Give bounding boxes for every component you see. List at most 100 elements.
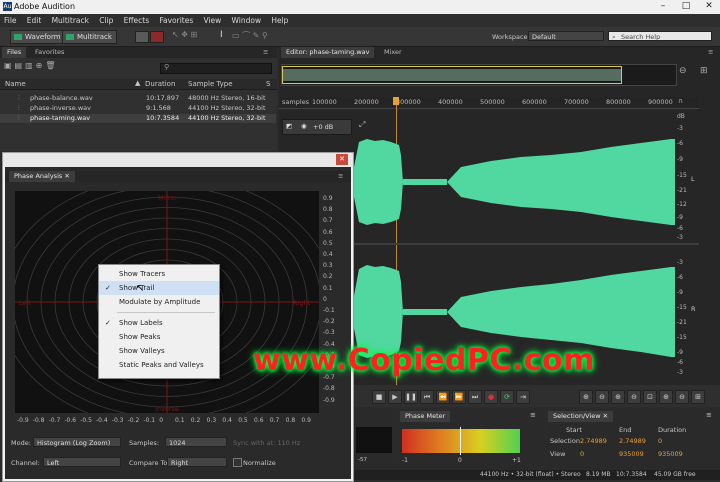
selection-tools-icon[interactable]: ▭ ⌒ ✎ ⚲ xyxy=(232,30,292,42)
col-name[interactable]: Name xyxy=(5,80,26,88)
samples-select[interactable]: 1024 xyxy=(165,437,227,447)
panel-menu-icon[interactable]: ≡ xyxy=(333,171,348,182)
selection-end[interactable]: 2.74989 xyxy=(619,437,646,445)
menu-item-modulate-amplitude[interactable]: Modulate by Amplitude xyxy=(99,295,219,309)
menu-item-show-valleys[interactable]: Show Valleys xyxy=(99,344,219,358)
selection-duration[interactable]: 0 xyxy=(658,437,662,445)
play-icon[interactable]: ▶ xyxy=(388,390,402,404)
search-help-input[interactable]: ⌕ Search Help xyxy=(608,31,712,41)
close-tab-icon[interactable]: ✕ xyxy=(603,412,608,420)
audio-file-icon: ⫶ xyxy=(18,114,20,122)
panel-menu-icon[interactable]: ≡ xyxy=(706,411,712,419)
compare-select[interactable]: Right xyxy=(167,457,227,467)
phase-meter-bar xyxy=(402,429,520,453)
stop-icon[interactable]: ■ xyxy=(372,390,386,404)
fast-forward-icon[interactable]: ⏩ xyxy=(452,390,466,404)
view-duration[interactable]: 935009 xyxy=(658,450,683,458)
tab-phase-analysis[interactable]: Phase Analysis ✕ xyxy=(9,171,75,182)
menu-effects[interactable]: Effects xyxy=(124,16,150,25)
menu-favorites[interactable]: Favorites xyxy=(159,16,193,25)
menu-clip[interactable]: Clip xyxy=(99,16,113,25)
zoom-out-time-icon[interactable]: ⊖ xyxy=(627,390,641,404)
close-tab-icon[interactable]: ✕ xyxy=(64,172,69,180)
phase-x-tick: -0.5 xyxy=(80,417,92,424)
rewind-start-icon[interactable]: ⏮ xyxy=(420,390,434,404)
zoom-out-amplitude-icon[interactable]: ⊖ xyxy=(595,390,609,404)
playhead-handle[interactable] xyxy=(393,97,399,105)
tab-mixer[interactable]: Mixer xyxy=(379,47,407,58)
tab-phase-meter[interactable]: Phase Meter xyxy=(400,411,451,422)
multitrack-button[interactable]: Multitrack xyxy=(62,30,117,44)
menu-window[interactable]: Window xyxy=(232,16,262,25)
channel-select[interactable]: Left xyxy=(43,457,121,467)
hud-gain[interactable]: ◩ ◉ +0 dB xyxy=(282,119,352,135)
panel-menu-icon[interactable]: ≡ xyxy=(258,47,273,58)
loop-icon[interactable]: ⟳ xyxy=(500,390,514,404)
spectral-pitch-icon[interactable] xyxy=(150,31,164,43)
rewind-icon[interactable]: ⏪ xyxy=(436,390,450,404)
close-icon[interactable]: ✕ xyxy=(698,0,720,12)
zoom-in-amplitude-icon[interactable]: ⊕ xyxy=(579,390,593,404)
files-search-input[interactable]: ⚲ xyxy=(160,63,272,74)
tab-favorites[interactable]: Favorites xyxy=(30,47,69,58)
phase-window-titlebar[interactable]: ✕ xyxy=(3,153,353,167)
record-icon[interactable]: ● xyxy=(484,390,498,404)
pause-icon[interactable]: ❚❚ xyxy=(404,390,418,404)
view-row-label: View xyxy=(550,450,566,458)
waveform-overview[interactable] xyxy=(281,64,677,86)
col-sample-type[interactable]: Sample Type xyxy=(188,80,233,88)
skip-selection-icon[interactable]: ⇥ xyxy=(516,390,530,404)
menu-file[interactable]: File xyxy=(4,16,17,25)
zoom-selection-icon[interactable]: ⊞ xyxy=(691,390,705,404)
zoom-in-time-icon[interactable]: ⊕ xyxy=(611,390,625,404)
zoom-full-icon[interactable]: ⊡ xyxy=(643,390,657,404)
tab-files[interactable]: Files xyxy=(2,47,27,58)
panel-menu-icon[interactable]: ≡ xyxy=(530,411,536,419)
time-selection-tool-icon[interactable]: I xyxy=(220,30,226,42)
gain-knob-icon[interactable]: ◉ xyxy=(301,122,307,130)
view-end[interactable]: 935009 xyxy=(619,450,644,458)
overview-view-range[interactable] xyxy=(282,66,622,84)
minimize-icon[interactable]: – xyxy=(652,0,674,12)
maximize-icon[interactable]: □ xyxy=(675,0,697,12)
mode-select[interactable]: Histogram (Log Zoom) xyxy=(33,437,121,447)
panel-menu-icon[interactable]: ≡ xyxy=(703,47,718,58)
skip-end-icon[interactable]: ⏭ xyxy=(468,390,482,404)
phase-label-top: Mono xyxy=(158,194,176,202)
normalize-checkbox[interactable] xyxy=(233,458,242,467)
workspace-select[interactable]: Default xyxy=(528,31,604,41)
files-toolbar-icons[interactable]: ▣▤▥⊕🗑 xyxy=(4,61,84,72)
selection-start[interactable]: 2.74989 xyxy=(580,437,607,445)
menu-item-show-peaks[interactable]: Show Peaks xyxy=(99,330,219,344)
zoom-out-point-icon[interactable]: ⊖ xyxy=(675,390,689,404)
zoom-icon[interactable]: ∩ xyxy=(678,97,686,107)
zoom-in-point-icon[interactable]: ⊕ xyxy=(659,390,673,404)
menu-item-show-trail[interactable]: ✓ Show Trail xyxy=(99,281,219,295)
phase-y-tick: 0.2 xyxy=(323,273,333,281)
menu-item-show-tracers[interactable]: Show Tracers xyxy=(99,267,219,281)
phase-x-tick: 0.6 xyxy=(254,417,264,424)
waveform-button[interactable]: Waveform xyxy=(10,30,66,44)
file-row[interactable]: ⫶ phase-balance.wav 10:17.897 48000 Hz S… xyxy=(0,94,276,103)
menu-multitrack[interactable]: Multitrack xyxy=(52,16,89,25)
move-tools-icon[interactable]: ↖ ✥ ⊞ xyxy=(172,30,222,42)
zoom-out-full-icon[interactable]: ⊖ xyxy=(679,66,691,78)
menu-item-static-peaks-valleys[interactable]: Static Peaks and Valleys xyxy=(99,358,219,372)
pin-icon[interactable]: ⤢ xyxy=(359,120,369,130)
menu-edit[interactable]: Edit xyxy=(27,16,42,25)
menu-view[interactable]: View xyxy=(203,16,221,25)
menu-item-show-labels[interactable]: ✓ Show Labels xyxy=(99,316,219,330)
file-row-selected[interactable]: ⫶ phase-taming.wav 10:7.3584 44100 Hz St… xyxy=(0,114,276,123)
col-duration[interactable]: Duration xyxy=(145,80,175,88)
time-ruler[interactable]: samples 100000 200000 300000 400000 5000… xyxy=(279,97,699,109)
phase-label-left: Left xyxy=(19,299,32,307)
tab-selection-view[interactable]: Selection/View ✕ xyxy=(548,411,614,422)
file-row[interactable]: ⫶ phase-inverse.wav 9:1.568 44100 Hz Ste… xyxy=(0,104,276,113)
tab-editor[interactable]: Editor: phase-taming.wav xyxy=(281,47,375,58)
spectral-display-icon[interactable] xyxy=(135,31,149,43)
close-icon[interactable]: ✕ xyxy=(336,154,348,165)
grid-icon[interactable]: ⊞ xyxy=(700,66,712,78)
view-start[interactable]: 0 xyxy=(580,450,584,458)
phase-x-tick: -0.1 xyxy=(143,417,156,424)
menu-help[interactable]: Help xyxy=(271,16,288,25)
